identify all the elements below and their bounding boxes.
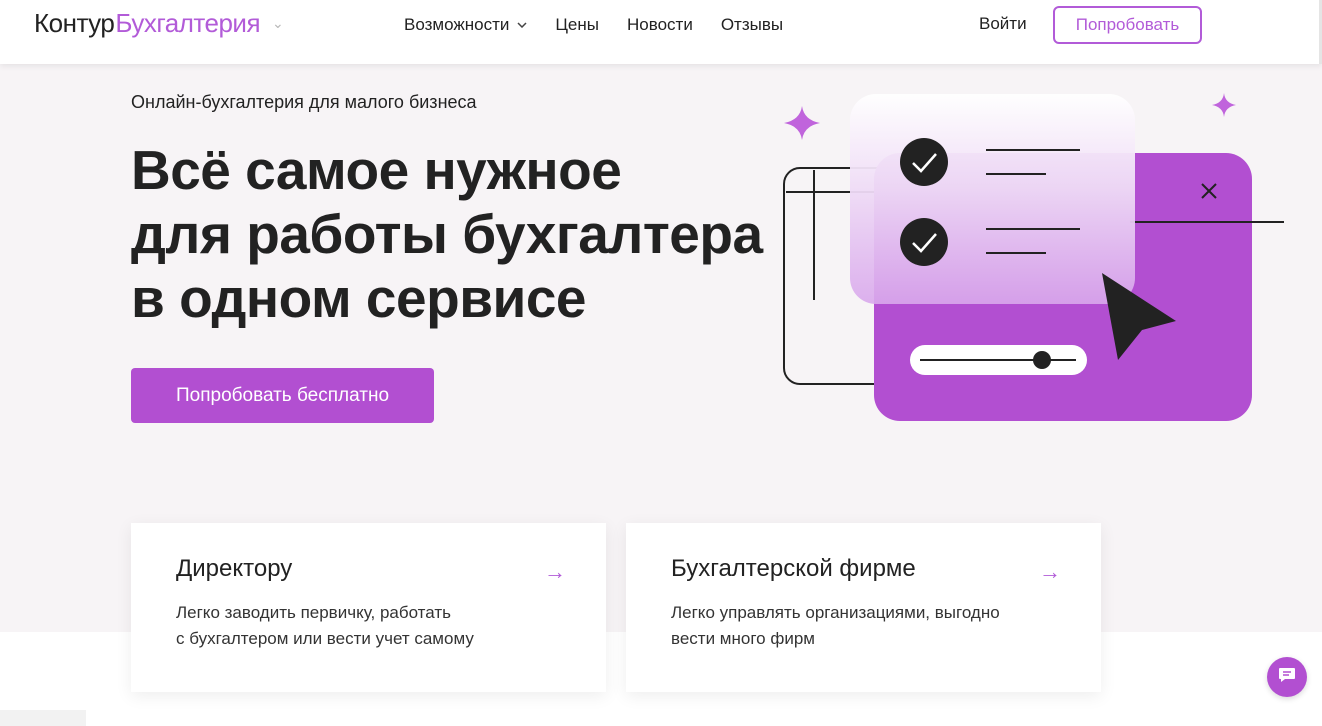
bottom-strip [0,710,86,726]
card-description-line: с бухгалтером или вести учет самому [176,629,474,648]
card-description: Легко управлять организациями, выгодно в… [671,600,1071,652]
slider-illustration [910,345,1087,375]
hero-title: Всё самое нужное для работы бухгалтера в… [131,138,791,330]
card-title: Директору [176,555,293,582]
site-header: Контур Бухгалтерия ⌄ Возможности Цены Но… [0,0,1322,64]
card-description-line: Легко управлять организациями, выгодно [671,603,1000,622]
checklist-card [850,94,1135,304]
try-button[interactable]: Попробовать [1053,6,1202,44]
arrow-right-icon: → [544,559,566,584]
logo[interactable]: Контур Бухгалтерия ⌄ [34,8,284,39]
hero-title-line: для работы бухгалтера [131,203,763,265]
nav-item-news[interactable]: Новости [627,14,693,36]
card-accounting-firm[interactable]: Бухгалтерской фирме → Легко управлять ор… [626,523,1101,692]
arrow-right-icon: → [1039,559,1061,584]
check-icon [900,218,948,266]
hero-subtitle: Онлайн-бухгалтерия для малого бизнеса [131,92,477,112]
check-icon [900,138,948,186]
hero-title-line: в одном сервисе [131,267,587,329]
nav-item-label: Отзывы [720,15,784,34]
nav-item-label: Возможности [404,15,510,34]
login-link[interactable]: Войти [979,14,1027,34]
logo-buhgalteria: Бухгалтерия [115,8,261,38]
chat-icon [1278,667,1296,688]
sparkle-icon [1212,93,1236,117]
nav-item-prices[interactable]: Цены [555,14,599,36]
hero-title-line: Всё самое нужное [131,139,622,201]
card-description-line: Легко заводить первичку, работать [176,603,451,622]
chat-button[interactable] [1267,657,1307,697]
nav-item-features[interactable]: Возможности [404,14,527,36]
nav-item-reviews[interactable]: Отзывы [721,14,783,36]
card-description-line: вести много фирм [671,629,815,648]
nav-item-label: Новости [627,15,693,34]
nav-item-label: Цены [555,15,599,34]
main-nav: Возможности Цены Новости Отзывы [404,14,783,36]
card-director[interactable]: Директору → Легко заводить первичку, раб… [131,523,606,692]
logo-kontur: Контур [34,8,115,38]
chevron-down-icon [517,19,527,31]
hero-illustration [783,93,1284,421]
try-free-button[interactable]: Попробовать бесплатно [131,368,434,423]
card-title: Бухгалтерской фирме [671,555,916,582]
product-switch-chevron-icon[interactable]: ⌄ [272,15,284,32]
card-description: Легко заводить первичку, работать с бухг… [176,600,576,652]
sparkle-icon [784,106,820,140]
